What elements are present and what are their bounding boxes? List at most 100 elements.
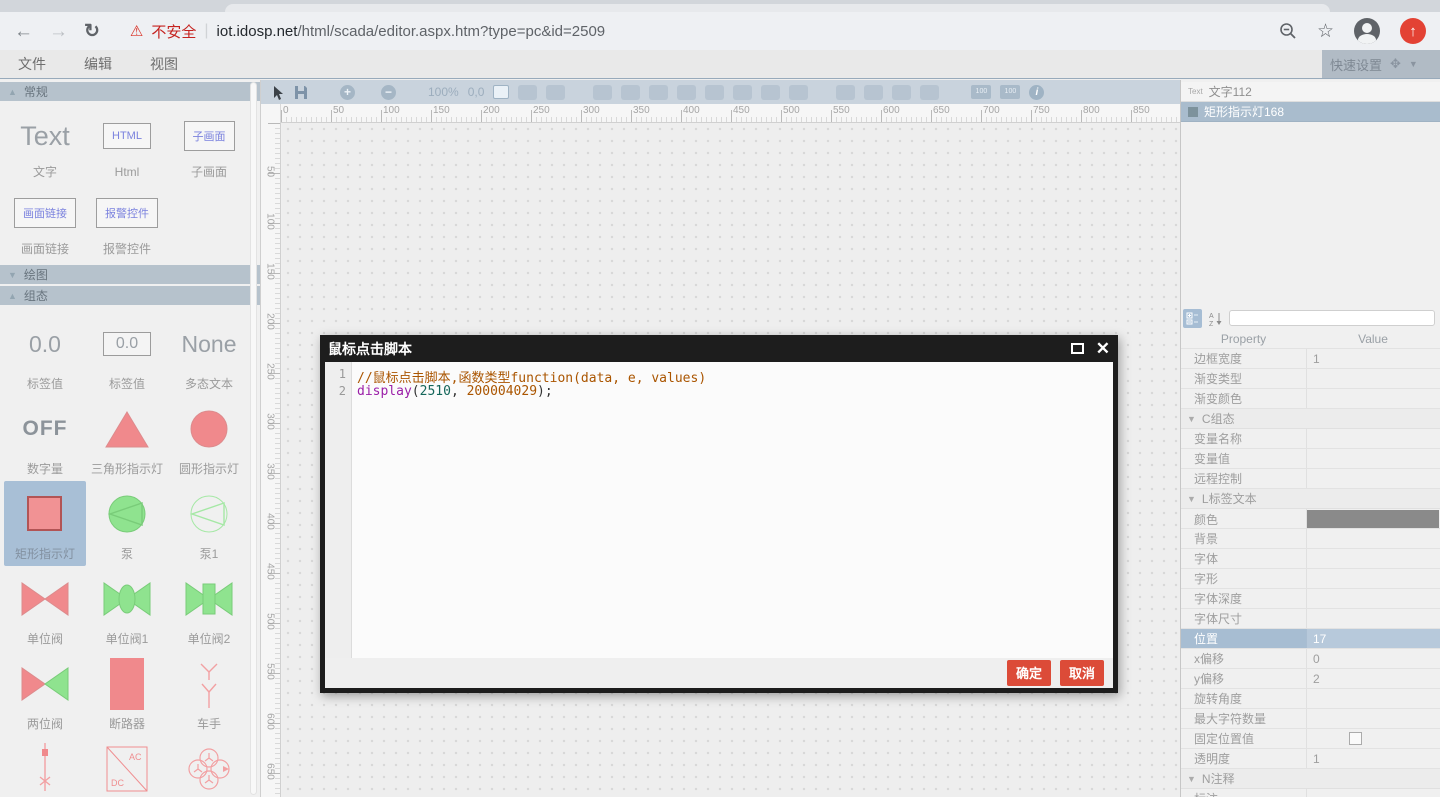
property-row[interactable]: 变量名称 xyxy=(1181,429,1440,449)
palette-item[interactable]: OFF数字量 xyxy=(4,396,86,481)
property-filter-input[interactable] xyxy=(1229,310,1435,326)
ok-button[interactable]: 确定 xyxy=(1007,660,1051,686)
object-list-item[interactable]: 矩形指示灯168 xyxy=(1181,102,1440,122)
palette-section-header[interactable]: ▼绘图 xyxy=(0,265,260,284)
palette-item[interactable]: Text文字 xyxy=(4,107,86,184)
property-value[interactable] xyxy=(1306,369,1440,388)
palette-item[interactable]: 画面链接画面链接 xyxy=(4,184,86,261)
property-value[interactable] xyxy=(1306,449,1440,468)
quick-settings[interactable]: 快速设置 ✥ ▼ xyxy=(1322,50,1440,78)
object-list-item[interactable]: Text文字112 xyxy=(1181,82,1440,102)
cursor-tool-icon[interactable] xyxy=(271,85,285,100)
palette-item[interactable]: 子画面子画面 xyxy=(168,107,250,184)
code-line[interactable]: display(2510, 200004029); xyxy=(357,384,1113,401)
property-value[interactable] xyxy=(1306,709,1440,728)
property-row[interactable]: 最大字符数量 xyxy=(1181,709,1440,729)
close-icon[interactable]: ✕ xyxy=(1096,340,1110,357)
property-category-row[interactable]: ▼N注释 xyxy=(1181,769,1440,789)
property-row[interactable]: 渐变颜色 xyxy=(1181,389,1440,409)
palette-section-header[interactable]: ▲常规 xyxy=(0,82,260,101)
property-value[interactable] xyxy=(1306,729,1440,748)
property-value[interactable] xyxy=(1306,549,1440,568)
quick-settings-label[interactable]: 快速设置 xyxy=(1330,55,1382,74)
property-value[interactable] xyxy=(1306,469,1440,488)
palette-item[interactable]: 单位阀 xyxy=(4,566,86,651)
property-row[interactable]: 字体尺寸 xyxy=(1181,609,1440,629)
palette-item[interactable]: 刀闸 xyxy=(4,736,86,797)
property-row[interactable]: 字形 xyxy=(1181,569,1440,589)
property-value[interactable] xyxy=(1306,429,1440,448)
palette-item[interactable]: 圆形指示灯 xyxy=(168,396,250,481)
property-value[interactable]: 2 xyxy=(1306,669,1440,688)
palette-item[interactable]: 矩形指示灯 xyxy=(4,481,86,566)
menu-edit[interactable]: 编辑 xyxy=(84,54,112,74)
color-swatch[interactable] xyxy=(1307,510,1439,528)
property-value[interactable] xyxy=(1306,589,1440,608)
property-row[interactable]: 透明度1 xyxy=(1181,749,1440,769)
checkbox[interactable] xyxy=(1349,732,1362,745)
url-text[interactable]: iot.idosp.net/html/scada/editor.aspx.htm… xyxy=(217,23,606,40)
bookmark-star-icon[interactable]: ☆ xyxy=(1317,20,1334,43)
property-value[interactable] xyxy=(1306,569,1440,588)
property-value[interactable] xyxy=(1306,789,1440,797)
property-row[interactable]: y偏移2 xyxy=(1181,669,1440,689)
zoom-in-icon[interactable]: + xyxy=(340,85,355,100)
property-value[interactable]: 17 xyxy=(1306,629,1440,648)
property-value[interactable] xyxy=(1306,509,1440,529)
property-row[interactable]: 边框宽度1 xyxy=(1181,349,1440,369)
palette-section-header[interactable]: ▲组态 xyxy=(0,286,260,305)
info-icon[interactable]: i xyxy=(1029,85,1044,100)
property-value[interactable] xyxy=(1306,529,1440,548)
property-value[interactable] xyxy=(1306,609,1440,628)
palette-item[interactable]: 断路器 xyxy=(86,651,168,736)
property-row[interactable]: 颜色 xyxy=(1181,509,1440,529)
property-row[interactable]: 标注 xyxy=(1181,789,1440,797)
palette-item[interactable]: HTMLHtml xyxy=(86,107,168,184)
property-row[interactable]: 旋转角度 xyxy=(1181,689,1440,709)
script-code-editor[interactable]: 12 //鼠标点击脚本,函数类型function(data, e, values… xyxy=(325,362,1113,658)
profile-icon[interactable] xyxy=(1354,18,1380,44)
property-row[interactable]: 背景 xyxy=(1181,529,1440,549)
zoom-out-icon[interactable]: − xyxy=(381,85,396,100)
ruler-100-icon[interactable]: 100 xyxy=(971,85,991,99)
menu-view[interactable]: 视图 xyxy=(150,54,178,74)
palette-item[interactable]: ACDC逆变器 xyxy=(86,736,168,797)
maximize-icon[interactable] xyxy=(1071,343,1084,354)
property-value[interactable] xyxy=(1306,689,1440,708)
palette-item[interactable]: 车手 xyxy=(168,651,250,736)
dialog-titlebar[interactable]: 鼠标点击脚本 ✕ xyxy=(325,335,1113,362)
palette-item[interactable]: 0.0标签值 xyxy=(4,311,86,396)
ruler-100-icon[interactable]: 100 xyxy=(1000,85,1020,99)
expand-arrows-icon[interactable]: ✥ xyxy=(1390,56,1401,72)
cancel-button[interactable]: 取消 xyxy=(1060,660,1104,686)
browser-tab[interactable] xyxy=(225,4,1330,12)
property-value[interactable] xyxy=(1306,389,1440,408)
code-line[interactable]: //鼠标点击脚本,函数类型function(data, e, values) xyxy=(357,367,1113,384)
not-secure-label[interactable]: 不安全 xyxy=(151,21,196,42)
palette-item[interactable]: 泵1 xyxy=(168,481,250,566)
palette-item[interactable]: 0.0标签值 xyxy=(86,311,168,396)
palette-item[interactable]: 三角形指示灯 xyxy=(86,396,168,481)
address-bar[interactable]: ⚠ 不安全 | iot.idosp.net/html/scada/editor.… xyxy=(130,21,1263,42)
property-row[interactable]: 字体 xyxy=(1181,549,1440,569)
update-icon[interactable]: ↑ xyxy=(1400,18,1426,44)
property-row[interactable]: 变量值 xyxy=(1181,449,1440,469)
grid-icon[interactable] xyxy=(493,85,509,99)
property-category-row[interactable]: ▼L标签文本 xyxy=(1181,489,1440,509)
property-value[interactable]: 1 xyxy=(1306,349,1440,368)
sort-az-icon[interactable]: AZ xyxy=(1206,309,1225,328)
save-icon[interactable] xyxy=(294,85,308,100)
palette-item[interactable]: 两位阀 xyxy=(4,651,86,736)
property-value[interactable]: 1 xyxy=(1306,749,1440,768)
palette-scrollbar[interactable] xyxy=(250,82,257,795)
palette-item[interactable]: 泵 xyxy=(86,481,168,566)
menu-file[interactable]: 文件 xyxy=(18,54,46,74)
chevron-down-icon[interactable]: ▼ xyxy=(1409,59,1418,69)
property-row[interactable]: 渐变类型 xyxy=(1181,369,1440,389)
palette-item[interactable]: None多态文本 xyxy=(168,311,250,396)
property-row[interactable]: 字体深度 xyxy=(1181,589,1440,609)
palette-item[interactable]: 单位阀1 xyxy=(86,566,168,651)
property-value[interactable]: 0 xyxy=(1306,649,1440,668)
property-row[interactable]: 位置17 xyxy=(1181,629,1440,649)
property-row[interactable]: 远程控制 xyxy=(1181,469,1440,489)
